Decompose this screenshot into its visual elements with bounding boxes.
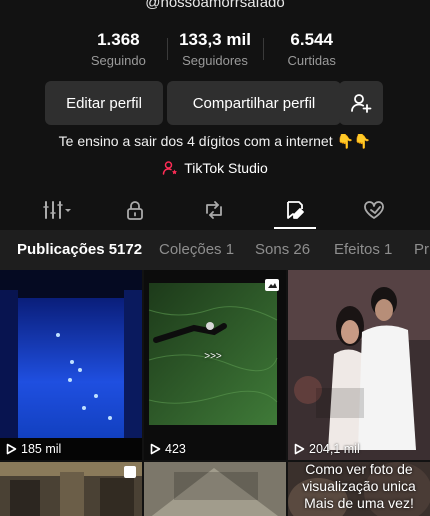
video-preview-image (288, 270, 430, 460)
tab-grid-filter[interactable] (33, 193, 83, 227)
video-preview-image (144, 462, 286, 516)
tiktok-studio-link[interactable]: TikTok Studio (0, 160, 430, 176)
share-profile-button[interactable]: Compartilhar perfil (167, 81, 341, 125)
profile-handle: @nossoamorrsafado (145, 0, 285, 11)
view-count-value: 204,1 mil (309, 442, 360, 456)
followers-label: Seguidores (182, 53, 248, 68)
video-center-text: >>> (204, 351, 222, 362)
video-thumbnail[interactable]: Como ver foto de visualização unica Mais… (288, 462, 430, 516)
video-thumbnail[interactable]: 204,1 mil (288, 270, 430, 460)
view-count: 185 mil (6, 442, 61, 456)
grid-filter-icon (43, 201, 71, 219)
saved-icon (287, 201, 304, 219)
profile-bio: Te ensino a sair dos 4 dígitos com a int… (58, 133, 372, 149)
edit-profile-button[interactable]: Editar perfil (45, 81, 163, 125)
content-text-tabs: Publicações 5172 Coleções 1 Sons 26 Efei… (0, 230, 430, 270)
tab-sounds[interactable]: Sons 26 (255, 241, 310, 258)
view-count: 423 (150, 442, 186, 456)
video-thumbnail[interactable] (144, 462, 286, 516)
tab-liked[interactable] (349, 193, 399, 227)
video-preview-image (148, 279, 279, 425)
tab-reposts[interactable] (189, 193, 239, 227)
liked-heart-icon (364, 201, 384, 219)
content-icon-tabs (0, 193, 430, 229)
video-thumbnail[interactable]: 185 mil (0, 270, 142, 460)
video-preview-image (0, 462, 142, 516)
tiktok-studio-label: TikTok Studio (184, 160, 268, 176)
repost-icon (206, 201, 222, 219)
tab-private[interactable] (110, 193, 160, 227)
followers-count: 133,3 mil (179, 30, 251, 49)
video-thumbnail[interactable] (0, 462, 142, 516)
play-icon (150, 443, 161, 455)
video-preview-image (0, 290, 142, 460)
tab-saved[interactable] (270, 193, 320, 229)
view-count: 204,1 mil (294, 442, 360, 456)
followers-stat[interactable]: 133,3 mil Seguidores (166, 30, 264, 68)
following-count: 1.368 (97, 30, 140, 49)
view-count-value: 423 (165, 442, 186, 456)
tab-collections[interactable]: Coleções 1 (159, 241, 234, 258)
likes-stat[interactable]: 6.544 Curtidas (263, 30, 360, 68)
video-thumbnail[interactable]: >>> 423 (144, 270, 286, 460)
tab-effects[interactable]: Efeitos 1 (334, 241, 392, 258)
video-caption: Como ver foto de visualização unica Mais… (302, 462, 416, 511)
play-icon (294, 443, 305, 455)
tab-posts[interactable]: Publicações 5172 (17, 241, 142, 258)
profile-stats: 1.368 Seguindo 133,3 mil Seguidores 6.54… (70, 30, 360, 70)
likes-count: 6.544 (290, 30, 333, 49)
following-stat[interactable]: 1.368 Seguindo (70, 30, 167, 68)
lock-icon (127, 201, 143, 220)
likes-label: Curtidas (287, 53, 336, 68)
following-label: Seguindo (90, 53, 146, 68)
tab-more[interactable]: Pr (414, 241, 429, 258)
play-icon (6, 443, 17, 455)
add-friend-button[interactable] (339, 81, 383, 125)
add-user-icon (351, 94, 372, 113)
view-count-value: 185 mil (21, 442, 62, 456)
studio-user-icon (162, 161, 178, 175)
